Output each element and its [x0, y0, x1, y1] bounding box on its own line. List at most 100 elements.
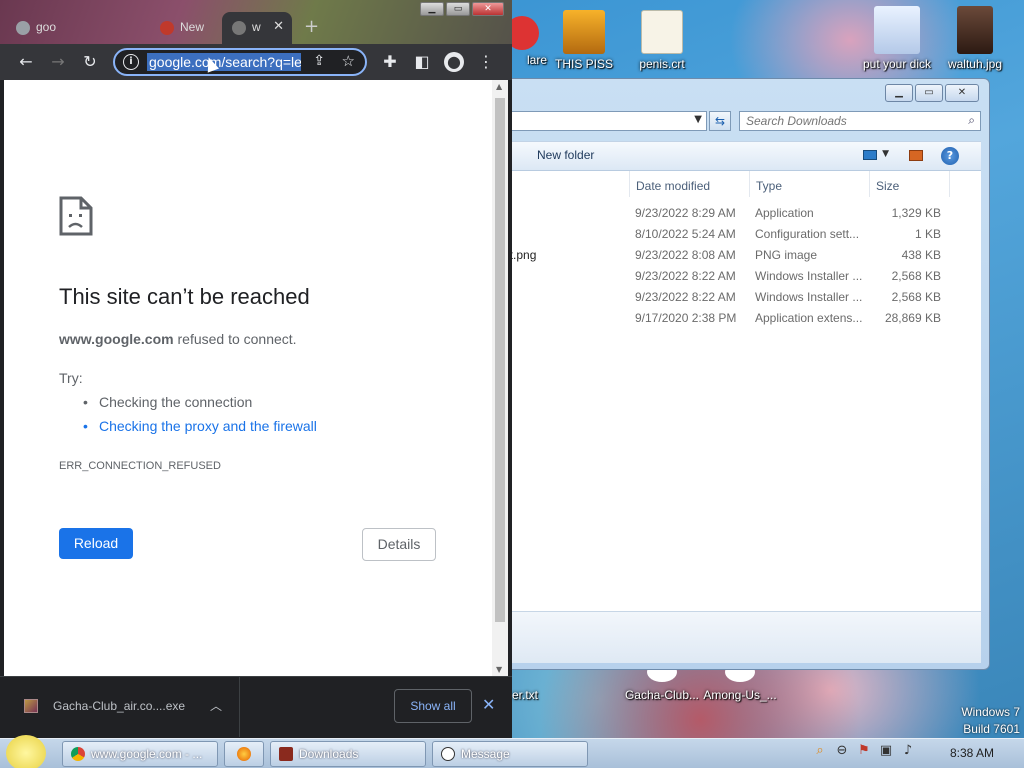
chevron-up-icon[interactable]: ︿ [210, 697, 222, 714]
refresh-button[interactable]: ⇆ [709, 111, 731, 131]
minus-icon[interactable]: ⊖ [834, 743, 850, 759]
help-icon[interactable]: ? [941, 147, 959, 165]
reload-button[interactable]: Reload [59, 528, 133, 559]
error-code: ERR_CONNECTION_REFUSED [59, 460, 221, 472]
reload-icon[interactable]: ↻ [80, 52, 100, 72]
sad-document-icon [59, 196, 93, 236]
chevron-down-icon[interactable]: ▼ [882, 149, 889, 159]
share-icon[interactable]: ⇪ [313, 53, 325, 69]
side-panel-icon[interactable]: ◧ [412, 52, 432, 72]
details-button[interactable]: Details [362, 528, 436, 561]
explorer-caption-buttons: ▁ ▭ ✕ [885, 84, 979, 102]
taskbar-button-message[interactable]: Message [432, 741, 588, 767]
browser-toolbar: ← → ↻ i google.com/search?q=le ⇪ ☆ ✚ ◧ ●… [0, 44, 512, 80]
search-icon[interactable]: ⌕ [812, 743, 828, 759]
close-button[interactable]: ✕ [472, 2, 504, 16]
table-row[interactable]: act.png 9/23/2022 8:08 AM PNG image 438 … [471, 245, 981, 266]
forward-arrow-icon[interactable]: → [48, 52, 68, 72]
firefox-icon [237, 747, 251, 761]
chevron-down-icon[interactable]: ▼ [694, 114, 702, 125]
extensions-icon[interactable]: ✚ [380, 52, 400, 72]
start-button[interactable] [6, 735, 46, 768]
desktop-icon[interactable]: put your dick [855, 6, 939, 71]
download-item[interactable]: Gacha-Club_air.co....exe ︿ [0, 677, 240, 737]
favicon-icon [232, 21, 246, 35]
desktop-icon[interactable]: THIS PISS [544, 10, 624, 71]
table-row[interactable]: nsi 9/23/2022 8:22 AM Windows Installer … [471, 266, 981, 287]
error-host: www.google.com [59, 331, 174, 347]
minimize-button[interactable]: ▁ [420, 2, 444, 16]
chrome-icon [71, 747, 85, 761]
desktop-icon[interactable]: penis.crt [622, 10, 702, 71]
taskbar-button-downloads[interactable]: Downloads [270, 741, 426, 767]
windows-watermark: Windows 7 Build 7601 [961, 705, 1020, 736]
action-center-icon[interactable]: ⚑ [856, 743, 872, 759]
scrollbar-thumb[interactable] [495, 98, 505, 622]
clock[interactable]: 8:38 AM [950, 746, 994, 760]
taskbar-button-firefox[interactable] [224, 741, 264, 767]
table-row[interactable]: 8/10/2022 5:24 AM Configuration sett... … [471, 224, 981, 245]
tab[interactable]: goo [6, 12, 90, 44]
tab-strip: goo New w ✕ + ▁ ▭ ✕ [0, 0, 512, 44]
explorer-toolbar: New folder ▼ ? [471, 141, 981, 171]
taskbar: www.google.com - ... Downloads Message ⌕… [0, 735, 1024, 768]
list-item: Checking the connection [83, 394, 317, 418]
address-bar[interactable]: ▼ [511, 111, 707, 131]
search-input[interactable] [740, 112, 950, 130]
new-tab-button[interactable]: + [304, 16, 319, 37]
details-pane [471, 611, 981, 663]
file-icon [24, 699, 38, 713]
desktop-icon[interactable]: waltuh.jpg [935, 6, 1015, 71]
tab[interactable]: New [150, 12, 220, 44]
table-row[interactable]: 9/23/2022 8:29 AM Application 1,329 KB [471, 203, 981, 224]
column-header-size[interactable]: Size [876, 179, 899, 193]
profile-icon[interactable]: ● [444, 52, 464, 72]
search-box[interactable]: ⌕ [739, 111, 981, 131]
info-icon[interactable]: i [123, 54, 139, 70]
folder-icon [279, 747, 293, 761]
taskbar-button-chrome[interactable]: www.google.com - ... [62, 741, 218, 767]
table-row[interactable]: 9/17/2020 2:38 PM Application extens... … [471, 308, 981, 329]
column-divider [749, 171, 750, 197]
new-folder-button[interactable]: New folder [537, 148, 594, 162]
column-header-type[interactable]: Type [756, 179, 782, 193]
close-button[interactable]: ✕ [945, 84, 979, 102]
url-text[interactable]: google.com/search?q=le [147, 53, 301, 71]
column-divider [949, 171, 950, 197]
download-bar: Gacha-Club_air.co....exe ︿ Show all ✕ [0, 676, 512, 738]
close-tab-icon[interactable]: ✕ [273, 18, 284, 34]
maximize-button[interactable]: ▭ [915, 84, 943, 102]
omnibox[interactable]: i google.com/search?q=le ⇪ ☆ [113, 48, 367, 76]
system-tray: ⌕ ⊖ ⚑ ▣ ♪ [812, 743, 916, 759]
scroll-up-icon[interactable]: ▲ [496, 82, 502, 91]
certificate-icon [641, 10, 683, 54]
favicon-icon [16, 21, 30, 35]
tab-active[interactable]: w ✕ [222, 12, 292, 44]
proxy-firewall-link[interactable]: Checking the proxy and the firewall [83, 418, 317, 442]
close-icon[interactable]: ✕ [482, 695, 495, 714]
menu-icon[interactable]: ⋮ [476, 52, 496, 72]
explorer-window[interactable]: ▁ ▭ ✕ ▼ ⇆ ⌕ New folder ▼ ? Date modified… [470, 78, 990, 670]
table-row[interactable]: 9/23/2022 8:22 AM Windows Installer ... … [471, 287, 981, 308]
chrome-caption-buttons: ▁ ▭ ✕ [420, 2, 504, 16]
network-icon[interactable]: ▣ [878, 743, 894, 759]
maximize-button[interactable]: ▭ [446, 2, 470, 16]
column-header-date[interactable]: Date modified [636, 179, 710, 193]
volume-icon[interactable]: ♪ [900, 743, 916, 759]
search-icon[interactable]: ⌕ [968, 113, 975, 128]
show-all-button[interactable]: Show all [394, 689, 472, 723]
back-arrow-icon[interactable]: ← [16, 52, 36, 72]
scrollbar[interactable]: ▲ ▼ [492, 80, 508, 676]
preview-pane-icon[interactable] [909, 150, 923, 161]
view-icon[interactable] [863, 150, 877, 160]
error-message: www.google.com refused to connect. [59, 331, 297, 347]
favicon-icon [160, 21, 174, 35]
minimize-button[interactable]: ▁ [885, 84, 913, 102]
image-icon [957, 6, 993, 54]
scroll-down-icon[interactable]: ▼ [496, 665, 502, 674]
column-divider [629, 171, 630, 197]
star-icon[interactable]: ☆ [342, 52, 355, 70]
column-divider [869, 171, 870, 197]
image-icon [874, 6, 920, 54]
chrome-window[interactable]: goo New w ✕ + ▁ ▭ ✕ ← → ↻ i google.com/s… [0, 0, 512, 738]
